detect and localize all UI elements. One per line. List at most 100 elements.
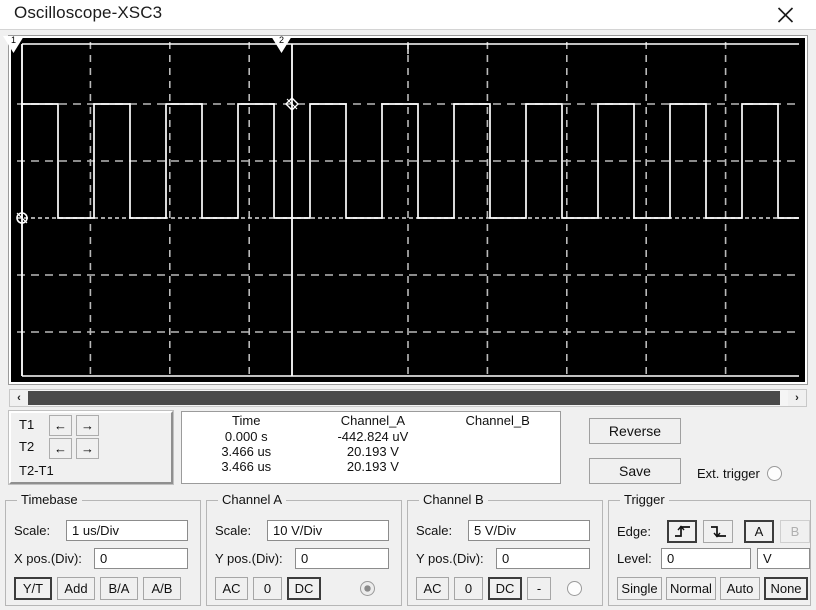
timebase-group: Timebase Scale: 1 us/Div X pos.(Div): 0 …: [5, 492, 201, 606]
scope-screen-inner: [11, 38, 805, 382]
cell-channel-a: 20.193 V: [346, 444, 399, 459]
channel-b-scale-label: Scale:: [416, 523, 453, 538]
timebase-scale-label: Scale:: [14, 523, 51, 538]
oscilloscope-window: Oscilloscope-XSC3 1 2 ‹ › T1 T2 T2-T1 ← …: [0, 0, 816, 610]
scroll-left-arrow-icon[interactable]: ‹: [10, 390, 28, 406]
table-row: 3.466 us 20.193 V: [182, 444, 560, 459]
falling-edge-icon[interactable]: [703, 520, 733, 543]
cursor-t1-arrows: ← →: [49, 415, 99, 436]
horizontal-scrollbar[interactable]: ‹ ›: [9, 389, 807, 407]
trigger-source-a[interactable]: A: [744, 520, 774, 543]
save-button[interactable]: Save: [589, 458, 681, 484]
channel-a-probe-radio[interactable]: [360, 581, 375, 596]
trigger-mode-auto[interactable]: Auto: [720, 577, 760, 600]
measurement-table-container: Time Channel_A Channel_B 0.000 s -442.82…: [181, 411, 561, 484]
timebase-xpos-row: X pos.(Div): 0: [14, 548, 188, 569]
timebase-xpos-label: X pos.(Div):: [14, 551, 82, 566]
trigger-group: Trigger Edge: A B Ext: [608, 492, 811, 606]
channel-b-coupling-gnd[interactable]: 0: [454, 577, 483, 600]
cursor-t2-right-button[interactable]: →: [76, 438, 99, 459]
channel-a-group-title: Channel A: [218, 492, 286, 507]
cursor-t2-left-button[interactable]: ←: [49, 438, 72, 459]
timebase-mode-add[interactable]: Add: [57, 577, 95, 600]
channel-b-ypos-row: Y pos.(Div): 0: [416, 548, 590, 569]
cursor-delta-label: T2-T1: [19, 463, 54, 478]
table-header-row: Time Channel_A Channel_B: [182, 412, 560, 429]
channel-b-coupling-dc[interactable]: DC: [488, 577, 522, 600]
cell-time: 3.466 us: [221, 444, 272, 459]
channel-b-invert-button[interactable]: -: [527, 577, 551, 600]
trigger-mode-normal[interactable]: Normal: [666, 577, 716, 600]
readout-row: T1 T2 T2-T1 ← → ← → Time Channel_A Chann…: [8, 410, 807, 489]
channel-a-scale-row: Scale: 10 V/Div: [215, 520, 389, 541]
channel-b-scale-input[interactable]: 5 V/Div: [468, 520, 590, 541]
trigger-level-unit[interactable]: V: [757, 548, 810, 569]
timebase-mode-ab[interactable]: A/B: [143, 577, 181, 600]
channel-a-scale-input[interactable]: 10 V/Div: [267, 520, 389, 541]
col-header-time: Time: [232, 413, 261, 428]
trigger-level-label: Level:: [617, 551, 652, 566]
channel-a-coupling-gnd[interactable]: 0: [253, 577, 282, 600]
scrollbar-thumb[interactable]: [28, 391, 781, 405]
timebase-xpos-input[interactable]: 0: [94, 548, 188, 569]
cursor-t2-arrows: ← →: [49, 438, 99, 459]
trigger-source-b[interactable]: B: [780, 520, 810, 543]
scope-cursors[interactable]: [11, 38, 805, 382]
trigger-edge-row: Edge: A B Ext: [617, 520, 816, 543]
cell-channel-b: [435, 459, 560, 474]
table-row: 3.466 us 20.193 V: [182, 459, 560, 474]
ext-trigger-control: Ext. trigger: [697, 466, 782, 481]
timebase-mode-ba[interactable]: B/A: [100, 577, 138, 600]
channel-a-ypos-input[interactable]: 0: [295, 548, 389, 569]
close-button[interactable]: [762, 0, 808, 29]
ext-trigger-label: Ext. trigger: [697, 466, 760, 481]
cell-channel-a: 20.193 V: [346, 459, 399, 474]
measurement-table: Time Channel_A Channel_B 0.000 s -442.82…: [182, 412, 560, 474]
channel-b-coupling-row: AC 0 DC -: [416, 577, 582, 600]
channel-b-coupling-ac[interactable]: AC: [416, 577, 449, 600]
channel-a-coupling-ac[interactable]: AC: [215, 577, 248, 600]
trigger-group-title: Trigger: [620, 492, 669, 507]
title-bar: Oscilloscope-XSC3: [0, 0, 816, 30]
trigger-level-row: Level: 0 V: [617, 548, 810, 569]
timebase-mode-yt[interactable]: Y/T: [14, 577, 52, 600]
cell-channel-b: [435, 444, 560, 459]
scope-screen[interactable]: [8, 35, 808, 385]
channel-a-ypos-label: Y pos.(Div):: [215, 551, 283, 566]
trigger-mode-single[interactable]: Single: [617, 577, 662, 600]
cursor-t2-label: T2: [19, 439, 35, 454]
cell-time: 3.466 us: [221, 459, 272, 474]
scrollbar-track[interactable]: [28, 390, 788, 406]
scroll-right-arrow-icon[interactable]: ›: [788, 390, 806, 406]
channel-a-coupling-dc[interactable]: DC: [287, 577, 321, 600]
channel-b-group: Channel B Scale: 5 V/Div Y pos.(Div): 0 …: [407, 492, 603, 606]
cell-time: 0.000 s: [224, 429, 268, 444]
trigger-mode-none[interactable]: None: [764, 577, 808, 600]
channel-b-group-title: Channel B: [419, 492, 488, 507]
cursor-t1-right-button[interactable]: →: [76, 415, 99, 436]
channel-b-probe-radio[interactable]: [567, 581, 582, 596]
channel-a-group: Channel A Scale: 10 V/Div Y pos.(Div): 0…: [206, 492, 402, 606]
rising-edge-icon[interactable]: [667, 520, 697, 543]
reverse-button[interactable]: Reverse: [589, 418, 681, 444]
cursor-t1-left-button[interactable]: ←: [49, 415, 72, 436]
channel-b-ypos-input[interactable]: 0: [496, 548, 590, 569]
cell-channel-a: -442.824 uV: [337, 429, 409, 444]
ext-trigger-radio[interactable]: [766, 466, 782, 481]
trigger-level-input[interactable]: 0: [661, 548, 751, 569]
control-panel: Timebase Scale: 1 us/Div X pos.(Div): 0 …: [5, 492, 811, 608]
trigger-mode-row: Single Normal Auto None: [617, 577, 808, 600]
close-icon: [776, 5, 795, 24]
table-row: 0.000 s -442.824 uV: [182, 429, 560, 444]
timebase-scale-row: Scale: 1 us/Div: [14, 520, 188, 541]
timebase-scale-input[interactable]: 1 us/Div: [66, 520, 188, 541]
timebase-group-title: Timebase: [17, 492, 82, 507]
trigger-edge-label: Edge:: [617, 524, 651, 539]
cursor-control-panel: T1 T2 T2-T1 ← → ← →: [8, 410, 174, 485]
col-header-channel-a: Channel_A: [340, 413, 406, 428]
channel-a-ypos-row: Y pos.(Div): 0: [215, 548, 389, 569]
cell-channel-b: [435, 429, 560, 444]
window-title: Oscilloscope-XSC3: [14, 3, 163, 22]
channel-a-scale-label: Scale:: [215, 523, 252, 538]
side-button-panel: Reverse Save Ext. trigger: [589, 414, 807, 487]
